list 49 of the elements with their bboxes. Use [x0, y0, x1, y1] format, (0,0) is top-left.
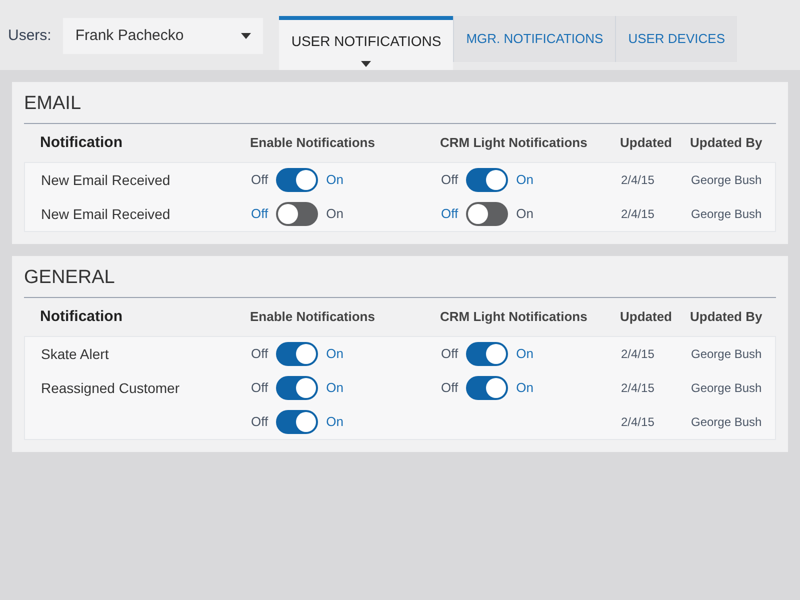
off-label: Off	[441, 379, 458, 398]
column-header: Updated	[620, 308, 673, 326]
off-label: Off	[251, 171, 268, 190]
updated-by: George Bush	[691, 346, 762, 363]
section-title: EMAIL	[24, 90, 776, 124]
column-header: Notification	[40, 306, 124, 326]
notification-name: Skate Alert	[41, 344, 110, 364]
off-label: Off	[251, 345, 268, 364]
column-header: Enable Notifications	[250, 134, 376, 152]
column-header: Enable Notifications	[250, 308, 376, 326]
off-label: Off	[441, 345, 458, 364]
updated-by: George Bush	[691, 414, 762, 431]
column-header: Updated By	[690, 308, 762, 326]
user-dropdown[interactable]: Frank Pachecko	[63, 18, 264, 54]
on-label: On	[516, 345, 534, 364]
column-header: CRM Light Notifications	[440, 308, 588, 326]
notification-name: New Email Received	[41, 204, 172, 224]
off-label: Off	[441, 205, 458, 224]
tab[interactable]: USER DEVICES	[615, 16, 737, 62]
off-label: Off	[441, 171, 458, 190]
column-header: Notification	[40, 132, 124, 152]
notification-name: Reassigned Customer	[41, 378, 181, 398]
on-label: On	[516, 171, 534, 190]
column-header: Updated By	[690, 134, 762, 152]
updated-date: 2/4/15	[621, 346, 656, 363]
updated-by: George Bush	[691, 172, 762, 189]
tab[interactable]: MGR. NOTIFICATIONS	[453, 16, 616, 62]
off-label: Off	[251, 379, 268, 398]
updated-date: 2/4/15	[621, 172, 656, 189]
column-header: Updated	[620, 134, 673, 152]
on-label: On	[326, 345, 344, 364]
notification-name: New Email Received	[41, 170, 172, 190]
updated-date: 2/4/15	[621, 380, 656, 397]
on-label: On	[516, 205, 534, 224]
on-label: On	[326, 379, 344, 398]
column-header: CRM Light Notifications	[440, 134, 588, 152]
off-label: Off	[251, 205, 268, 224]
updated-date: 2/4/15	[621, 414, 656, 431]
on-label: On	[326, 413, 344, 432]
updated-date: 2/4/15	[621, 206, 656, 223]
on-label: On	[326, 171, 344, 190]
on-label: On	[516, 379, 534, 398]
section-title: GENERAL	[24, 264, 776, 298]
users-label: Users:	[8, 26, 52, 46]
updated-by: George Bush	[691, 380, 762, 397]
updated-by: George Bush	[691, 206, 762, 223]
on-label: On	[326, 205, 344, 224]
tab[interactable]: USER NOTIFICATIONS	[279, 16, 454, 70]
off-label: Off	[251, 413, 268, 432]
